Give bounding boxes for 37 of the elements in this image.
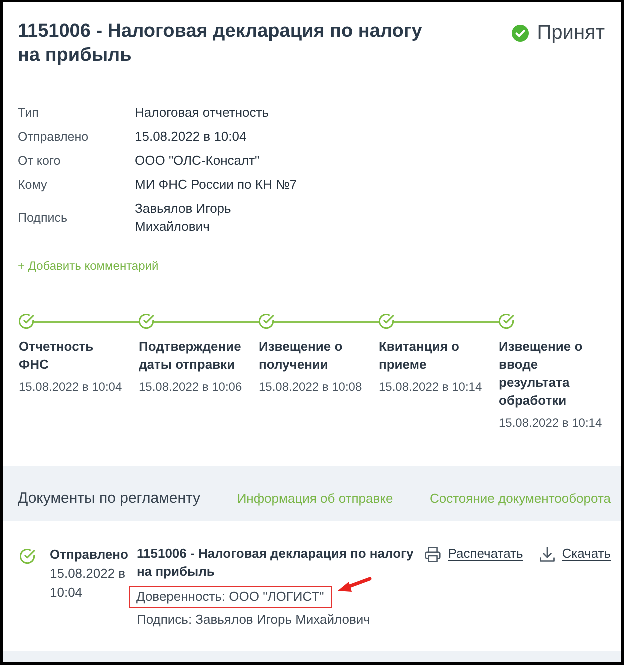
field-label: Подпись	[18, 210, 68, 227]
step-date: 15.08.2022 в 10:14	[499, 415, 602, 432]
section-title: Документы по регламенту	[18, 489, 201, 509]
section-link[interactable]: Состояние документооборота	[430, 489, 611, 509]
step-date: 15.08.2022 в 10:06	[139, 379, 242, 396]
document-title: 1151006 - Налоговая декларация по налогу на прибыль	[18, 20, 424, 68]
step-title: Извещение о вводе результата обработки	[499, 338, 584, 410]
field-label: От кого	[18, 153, 62, 170]
field-value: Завьялов Игорь Михайлович	[135, 200, 232, 236]
field-value: Налоговая отчетность	[135, 104, 269, 122]
field-label: Отправлено	[18, 129, 90, 146]
check-circle-icon	[512, 24, 530, 42]
step-title: Квитанция о приеме	[379, 338, 460, 374]
step-title: Подтверждение даты отправки	[139, 338, 242, 374]
field-value: 15.08.2022 в 10:04	[135, 128, 247, 146]
step-date: 15.08.2022 в 10:14	[379, 379, 482, 396]
document-date: 15.08.2022 в 10:04	[50, 565, 127, 602]
print-link[interactable]: Распечатать	[425, 545, 524, 563]
document-detail-text: Доверенность: ООО "ЛОГИСТ"	[136, 588, 324, 606]
download-icon	[540, 546, 556, 562]
step-date: 15.08.2022 в 10:08	[259, 379, 362, 396]
field-label: Тип	[18, 105, 40, 122]
document-name: 1151006 - Налоговая декларация по налогу на прибыль	[137, 545, 415, 581]
section-link[interactable]: Информация об отправке	[237, 489, 394, 509]
step-date: 15.08.2022 в 10:04	[19, 379, 122, 396]
add-comment-link[interactable]: + Добавить комментарий	[18, 257, 159, 275]
step-title: Извещение о получении	[259, 338, 344, 374]
document-status: Отправлено	[50, 546, 130, 564]
step-title: Отчетность ФНС	[19, 338, 95, 374]
field-value: МИ ФНС России по КН №7	[135, 176, 298, 194]
annotation-arrow-icon	[338, 577, 372, 594]
download-link[interactable]: Скачать	[540, 545, 611, 563]
field-value: ООО "ОЛС-Консалт"	[135, 152, 260, 170]
document-detail-text: Подпись: Завьялов Игорь Михайлович	[137, 611, 370, 629]
field-label: Кому	[18, 177, 48, 194]
status-text: Принят	[537, 21, 605, 45]
printer-icon	[425, 546, 442, 562]
